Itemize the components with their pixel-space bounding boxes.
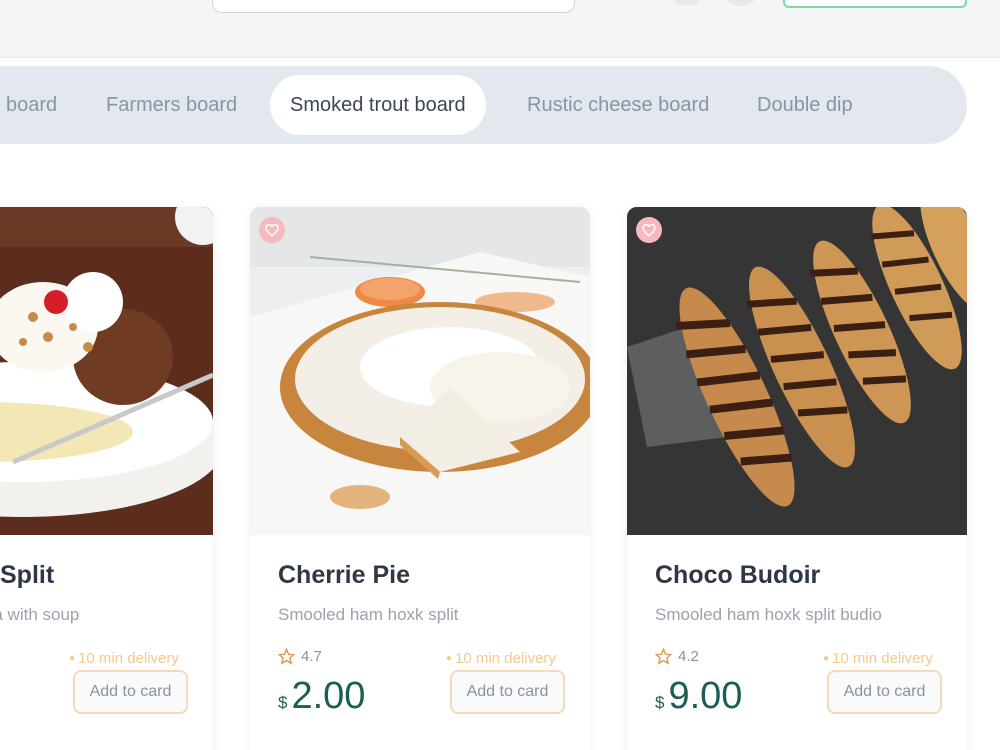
card-title: Split bbox=[0, 561, 55, 589]
heart-icon bbox=[265, 223, 279, 237]
search-input[interactable] bbox=[212, 0, 575, 13]
card-description: Smooled ham hoxk split bbox=[278, 605, 459, 624]
tab-rustic-cheese-board[interactable]: Rustic cheese board bbox=[527, 75, 709, 135]
price: $ 9.00 bbox=[655, 675, 742, 718]
product-card[interactable]: Cherrie Pie Smooled ham hoxk split 4.7 ●… bbox=[250, 207, 590, 750]
add-to-cart-button[interactable]: Add to card bbox=[73, 670, 188, 714]
price-value: 2.00 bbox=[291, 675, 366, 717]
add-to-cart-button[interactable]: Add to card bbox=[450, 670, 565, 714]
delivery-label: 10 min delivery bbox=[78, 650, 179, 667]
tab-board[interactable]: board bbox=[6, 75, 57, 135]
star-icon bbox=[278, 648, 295, 665]
rating-value: 4.7 bbox=[301, 648, 322, 665]
add-to-cart-button[interactable]: Add to card bbox=[827, 670, 942, 714]
heart-icon bbox=[642, 223, 656, 237]
price: $ 2.00 bbox=[278, 675, 365, 718]
delivery-info: ● 10 min delivery bbox=[446, 650, 556, 667]
banana-split-photo bbox=[0, 207, 213, 535]
category-tabs: board Farmers board Smoked trout board R… bbox=[0, 66, 967, 144]
chocolate-eclair-photo bbox=[627, 207, 967, 535]
rating: 4.7 bbox=[278, 648, 322, 665]
price-value: 9.00 bbox=[668, 675, 743, 717]
tab-smoked-trout-board[interactable]: Smoked trout board bbox=[270, 75, 486, 135]
tab-double-dip[interactable]: Double dip bbox=[757, 75, 853, 135]
header-action-button[interactable] bbox=[783, 0, 967, 8]
card-description: nana with soup bbox=[0, 605, 80, 624]
currency-symbol: $ bbox=[655, 693, 665, 712]
tab-farmers-board[interactable]: Farmers board bbox=[106, 75, 237, 135]
delivery-label: 10 min delivery bbox=[832, 650, 933, 667]
favorite-button[interactable] bbox=[636, 217, 662, 243]
currency-symbol: $ bbox=[278, 693, 288, 712]
star-icon bbox=[655, 648, 672, 665]
product-card[interactable]: Choco Budoir Smooled ham hoxk split budi… bbox=[627, 207, 967, 750]
product-card[interactable]: Split nana with soup ●10 min delivery Ad… bbox=[0, 207, 213, 750]
meringue-pie-photo bbox=[250, 207, 590, 535]
page: board Farmers board Smoked trout board R… bbox=[0, 0, 1000, 750]
header-icon-button[interactable] bbox=[721, 0, 761, 6]
favorite-button[interactable] bbox=[259, 217, 285, 243]
header bbox=[0, 0, 1000, 58]
delivery-info: ● 10 min delivery bbox=[823, 650, 933, 667]
card-title: Cherrie Pie bbox=[278, 561, 411, 589]
delivery-label: 10 min delivery bbox=[455, 650, 556, 667]
delivery-info: ● 10 min delivery bbox=[69, 650, 179, 667]
rating-value: 4.2 bbox=[678, 648, 699, 665]
header-icon-button[interactable] bbox=[667, 0, 707, 6]
card-title: Choco Budoir bbox=[655, 561, 821, 589]
rating: 4.2 bbox=[655, 648, 699, 665]
card-description: Smooled ham hoxk split budio bbox=[655, 605, 882, 624]
